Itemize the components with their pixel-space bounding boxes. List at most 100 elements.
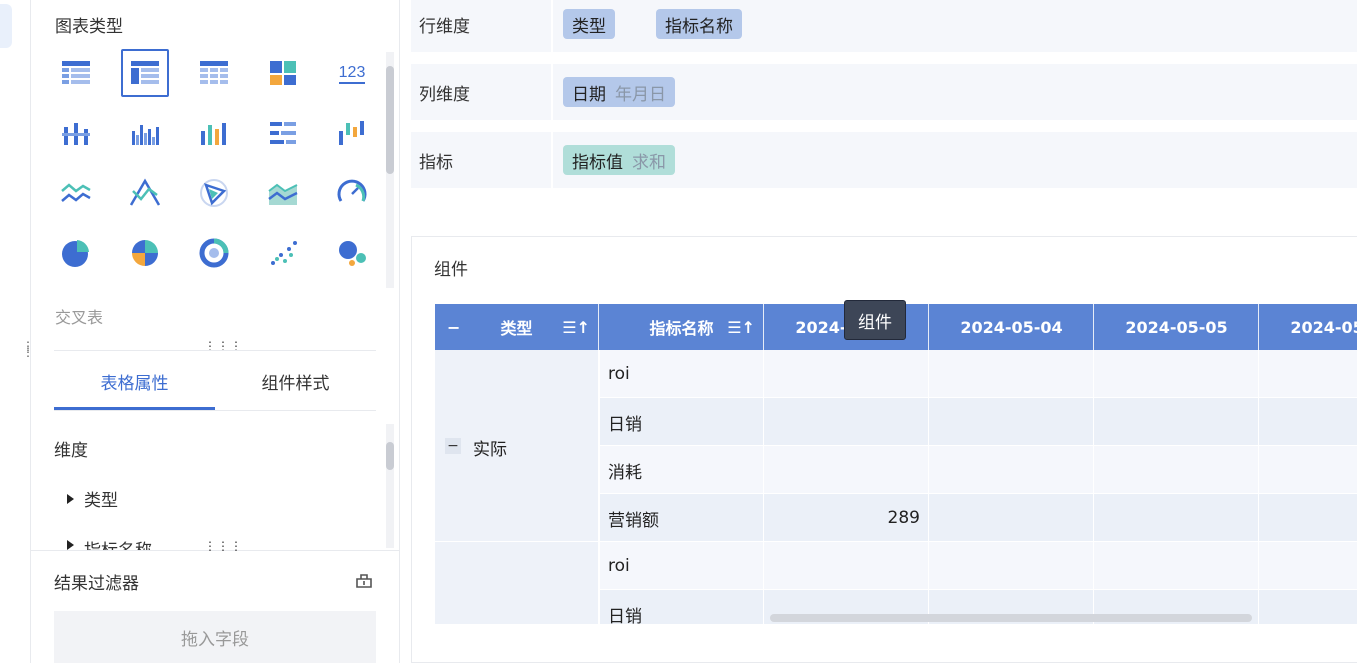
nav-active-tab[interactable] xyxy=(0,4,12,48)
shelf-label: 行维度 xyxy=(411,0,553,52)
properties-scroll-thumb[interactable] xyxy=(386,442,394,470)
divider xyxy=(54,410,376,411)
value-cell xyxy=(765,398,929,446)
shelf-label: 列维度 xyxy=(411,64,553,120)
splitter-handle-icon[interactable]: ⋮⋮⋮ xyxy=(204,540,243,552)
radar-chart-icon[interactable] xyxy=(190,169,238,217)
number-icon[interactable]: 123 xyxy=(328,49,376,97)
ring-chart-icon[interactable] xyxy=(190,229,238,277)
row-group-label: 实际 xyxy=(473,440,507,460)
multi-bar-icon[interactable] xyxy=(121,109,169,157)
panel-tabs: 表格属性 组件样式 xyxy=(54,352,376,410)
field-chip[interactable]: 指标值 求和 xyxy=(563,145,675,175)
value-cell xyxy=(765,542,929,590)
splitter-handle-icon[interactable]: ⋮⋮⋮ xyxy=(204,340,243,352)
result-filter-title: 结果过滤器 xyxy=(54,574,139,594)
header-label: 类型 xyxy=(500,319,533,338)
row-dimension-shelf: 行维度 类型 指标名称 xyxy=(411,0,1357,52)
clear-filter-icon[interactable] xyxy=(354,570,374,590)
sort-icon[interactable]: ☰↑ xyxy=(562,318,590,337)
value-cell xyxy=(1095,398,1259,446)
chip-label: 指标值 xyxy=(572,152,623,173)
value-cell xyxy=(930,494,1094,542)
value-cell xyxy=(1260,590,1357,624)
dimension-title: 维度 xyxy=(54,441,88,461)
cross-table-icon[interactable] xyxy=(121,49,169,97)
area-chart-icon[interactable] xyxy=(259,169,307,217)
chip-label: 类型 xyxy=(572,16,606,37)
component-title: 组件 xyxy=(434,260,468,280)
selected-chart-name: 交叉表 xyxy=(55,308,104,327)
detail-table-icon[interactable] xyxy=(190,49,238,97)
table-row[interactable]: 消耗 xyxy=(600,446,1357,494)
field-chip[interactable]: 日期 年月日 xyxy=(563,77,675,107)
header-metric-name[interactable]: 指标名称 ☰↑ xyxy=(600,304,764,350)
metric-name-cell: 日销 xyxy=(600,398,764,446)
filter-dropzone[interactable]: 拖入字段 xyxy=(54,611,376,663)
gauge-icon[interactable] xyxy=(328,169,376,217)
table-horizontal-scrollbar[interactable] xyxy=(770,614,1252,622)
table-row[interactable]: roi xyxy=(600,350,1357,398)
properties-scrollbar[interactable] xyxy=(386,424,394,548)
table-row[interactable]: 营销额 289 xyxy=(600,494,1357,542)
shelf-label: 指标 xyxy=(411,132,553,188)
metric-name-cell: roi xyxy=(600,350,764,398)
chart-grid-scrollbar[interactable] xyxy=(386,52,394,288)
chart-grid-scroll-thumb[interactable] xyxy=(386,66,394,174)
value-cell xyxy=(1260,542,1357,590)
dimension-item[interactable]: 类型 xyxy=(67,486,118,511)
dimension-item[interactable]: 指标名称 xyxy=(67,536,152,550)
header-label: 指标名称 xyxy=(649,319,714,338)
chip-label: 日期 xyxy=(572,84,606,105)
header-date[interactable]: 2024-05-04 xyxy=(930,304,1094,350)
column-chart-icon[interactable] xyxy=(190,109,238,157)
table-row[interactable]: 日销 xyxy=(600,398,1357,446)
line-chart-icon[interactable] xyxy=(52,169,100,217)
value-cell xyxy=(1095,542,1259,590)
chip-sub-label: 求和 xyxy=(632,152,666,173)
header-type[interactable]: − 类型 ☰↑ xyxy=(435,304,599,350)
metric-shelf: 指标 指标值 求和 xyxy=(411,132,1357,188)
chip-label: 指标名称 xyxy=(665,16,733,37)
field-chip[interactable]: 类型 xyxy=(563,9,615,39)
value-cell xyxy=(930,350,1094,398)
value-cell xyxy=(1095,350,1259,398)
pie-segments-icon[interactable] xyxy=(121,229,169,277)
row-group-cell: − 实际 xyxy=(435,350,599,542)
header-date[interactable]: 2024-05-06 xyxy=(1260,304,1357,350)
svg-text:123: 123 xyxy=(339,64,366,81)
waterfall-icon[interactable] xyxy=(328,109,376,157)
value-cell xyxy=(930,542,1094,590)
header-date[interactable]: 2024-05-05 xyxy=(1095,304,1259,350)
caret-right-icon xyxy=(67,540,74,550)
column-dimension-shelf: 列维度 日期 年月日 xyxy=(411,64,1357,120)
value-cell xyxy=(930,446,1094,494)
chip-sub-label: 年月日 xyxy=(615,84,666,105)
divider xyxy=(54,350,376,351)
left-nav-strip: ⋮ ⋮ xyxy=(0,0,34,663)
bubble-icon[interactable] xyxy=(328,229,376,277)
field-chip[interactable]: 指标名称 xyxy=(656,9,742,39)
value-cell: 289 xyxy=(765,494,929,542)
value-cell xyxy=(1095,446,1259,494)
table-list-icon[interactable] xyxy=(52,49,100,97)
sort-icon[interactable]: ☰↑ xyxy=(727,318,755,337)
tab-component-style[interactable]: 组件样式 xyxy=(215,352,376,410)
value-cell xyxy=(765,350,929,398)
table-row[interactable]: roi xyxy=(600,542,1357,590)
metric-name-cell: 消耗 xyxy=(600,446,764,494)
config-panel: 图表类型 123 交叉表 ⋮⋮⋮ 表格属性 组件样式 维度 类型 ⋮⋮⋮ 结果过… xyxy=(31,0,400,663)
metric-name-cell: 营销额 xyxy=(600,494,764,542)
card-layout-icon[interactable] xyxy=(259,49,307,97)
collapse-group-icon[interactable]: − xyxy=(445,438,461,454)
tab-table-properties[interactable]: 表格属性 xyxy=(54,352,215,410)
collapse-all-icon[interactable]: − xyxy=(447,318,460,337)
pie-chart-icon[interactable] xyxy=(52,229,100,277)
scatter-icon[interactable] xyxy=(259,229,307,277)
value-cell xyxy=(1095,494,1259,542)
grouped-bar-icon[interactable] xyxy=(52,109,100,157)
value-cell xyxy=(1260,350,1357,398)
radar-line-icon[interactable] xyxy=(121,169,169,217)
component-tooltip: 组件 xyxy=(844,300,906,340)
horizontal-bar-icon[interactable] xyxy=(259,109,307,157)
